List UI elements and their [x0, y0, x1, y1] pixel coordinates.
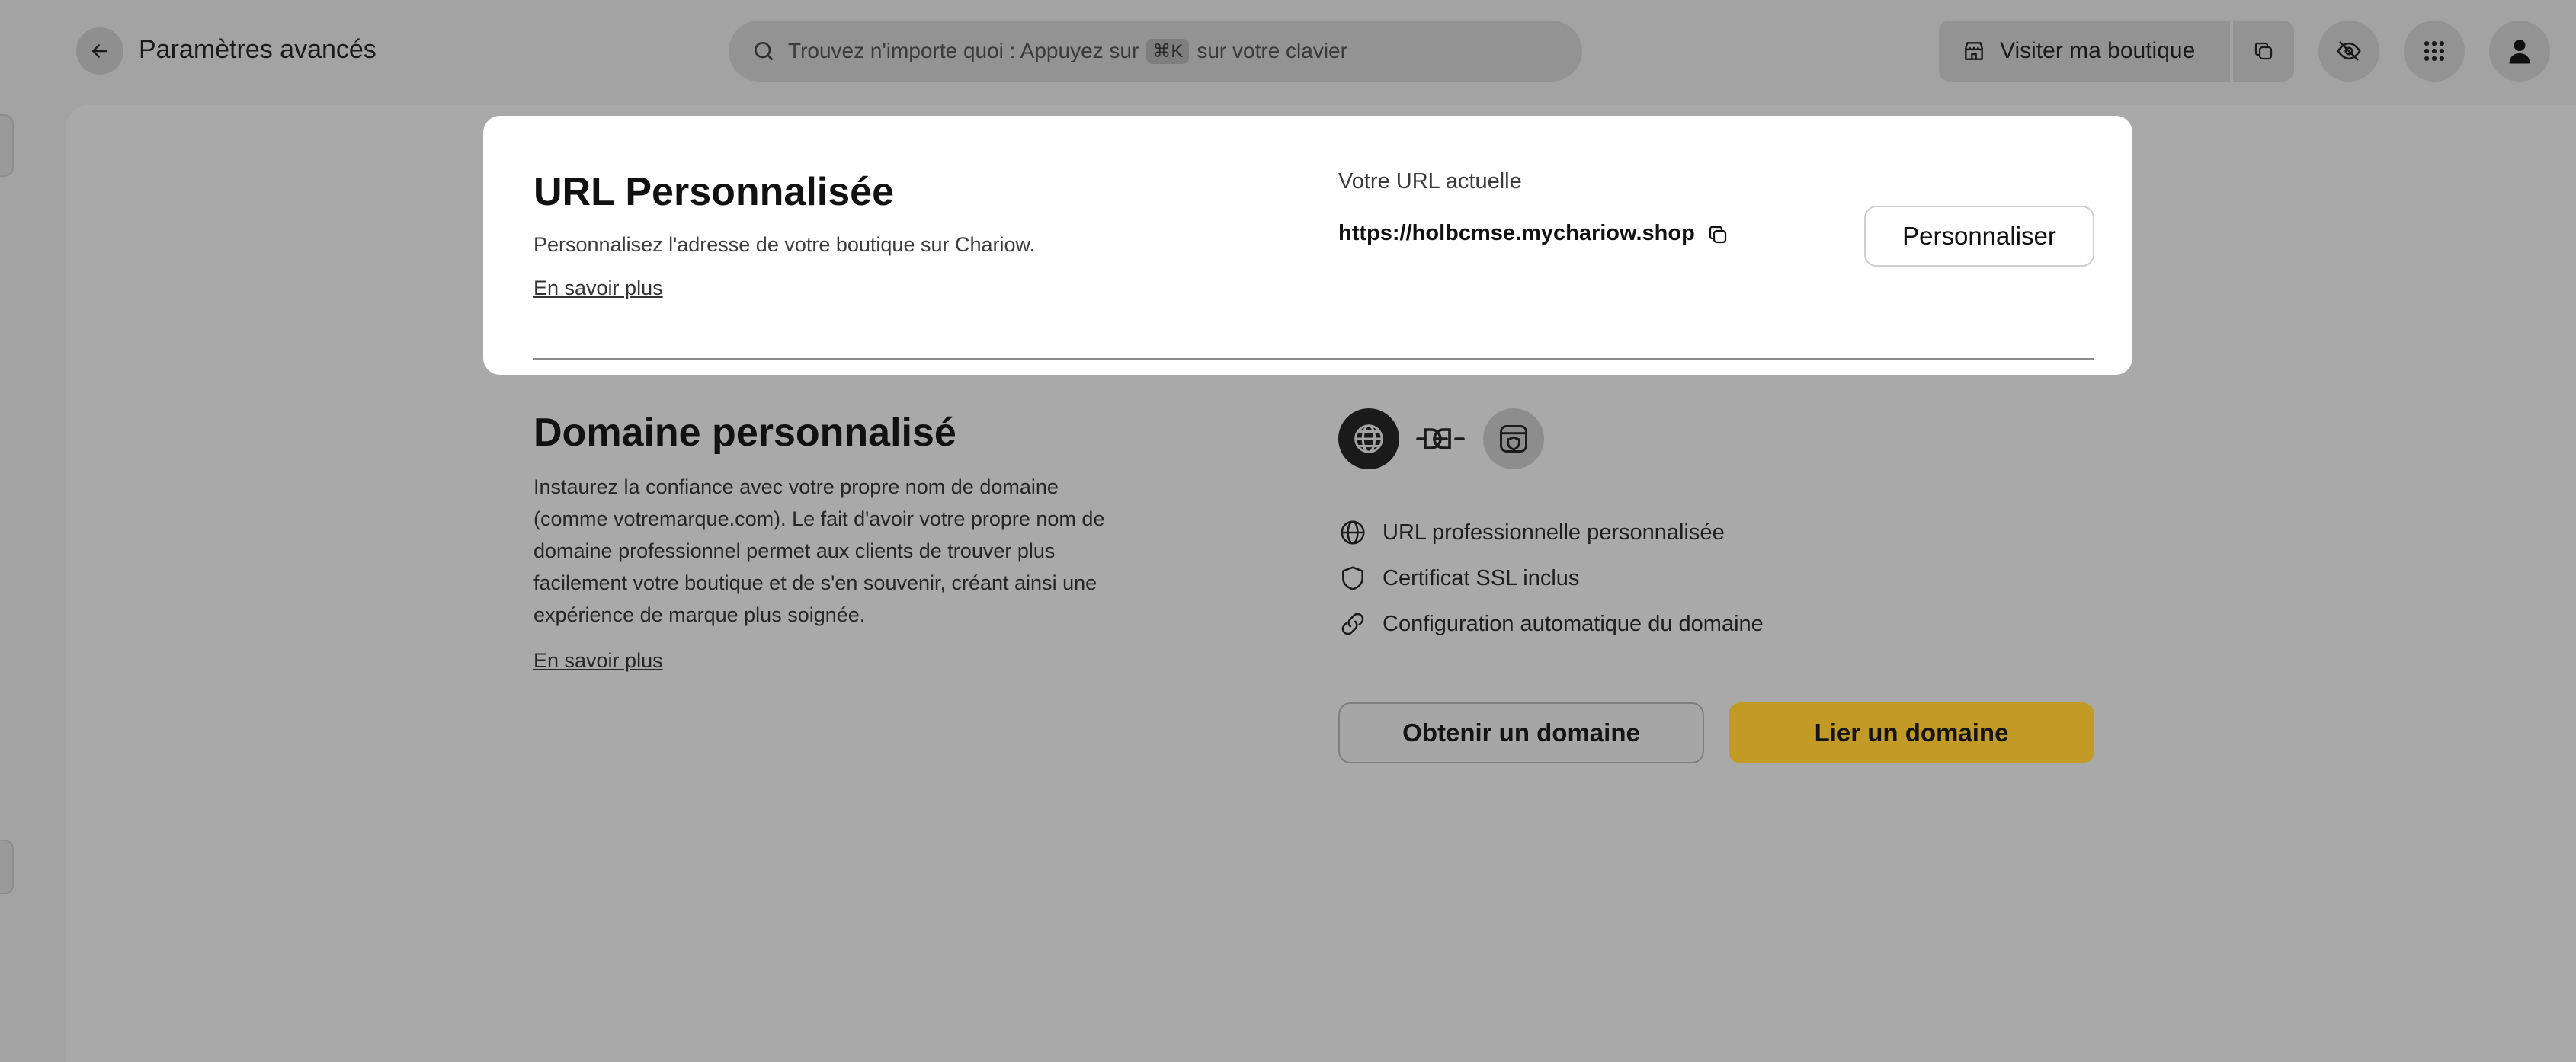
domain-description-line: domaine professionnel permet aux clients…: [533, 539, 1056, 562]
shield-icon: [1342, 566, 1363, 590]
copy-link-button[interactable]: [2233, 21, 2294, 82]
plug-connector: [1416, 424, 1465, 458]
user-menu-button[interactable]: [2489, 21, 2550, 82]
section-divider: [533, 358, 2094, 360]
link-domain-button[interactable]: Lier un domaine: [1729, 702, 2094, 763]
visit-store-button[interactable]: Visiter ma boutique: [1939, 21, 2230, 82]
feature-item: URL professionnelle personnalisée: [1338, 518, 1725, 547]
eye-off-icon: [2337, 41, 2361, 61]
domain-globe-badge: [1338, 408, 1399, 469]
search-bar[interactable]: Trouvez n'importe quoi : Appuyez sur ⌘K …: [729, 21, 1582, 82]
search-placeholder-end: sur votre clavier: [1197, 39, 1347, 62]
top-bar: Paramètres avancés Trouvez n'importe quo…: [0, 0, 2576, 104]
domain-description-line: Instaurez la confiance avec votre propre…: [533, 475, 1059, 498]
apps-grid-icon: [2424, 40, 2445, 62]
url-section-title: URL Personnalisée: [533, 170, 895, 214]
domain-description: Instaurez la confiance avec votre propre…: [533, 471, 1189, 631]
current-url-value: https://holbcmse.mychariow.shop: [1338, 221, 1695, 245]
url-learn-more-link[interactable]: En savoir plus: [533, 277, 663, 300]
back-button[interactable]: [76, 27, 123, 75]
feature-item: Configuration automatique du domaine: [1338, 609, 1764, 638]
arrow-left-icon: [92, 44, 107, 58]
globe-icon: [1354, 424, 1383, 453]
user-icon: [2509, 40, 2530, 64]
shortcut-badge: ⌘K: [1146, 38, 1190, 64]
link-icon: [1341, 613, 1364, 635]
domain-description-line: (comme votremarque.com). Le fait d'avoir…: [533, 507, 1105, 530]
get-domain-button[interactable]: Obtenir un domaine: [1338, 702, 1704, 763]
sidebar-handle-bottom[interactable]: [0, 840, 14, 894]
globe-icon: [1341, 520, 1365, 545]
search-icon: [755, 42, 773, 60]
store-icon: [1965, 42, 1983, 60]
feature-label: Configuration automatique du domaine: [1383, 611, 1764, 636]
customize-url-button[interactable]: Personnaliser: [1864, 206, 2094, 267]
domain-description-line: expérience de marque plus soignée.: [533, 603, 866, 626]
feature-label: Certificat SSL inclus: [1383, 565, 1580, 590]
domain-learn-more-link[interactable]: En savoir plus: [533, 649, 663, 673]
url-section-description: Personnalisez l'adresse de votre boutiqu…: [533, 233, 1036, 256]
copy-icon: [1709, 226, 1727, 244]
copy-url-button[interactable]: [1703, 219, 1733, 250]
current-url-label: Votre URL actuelle: [1338, 169, 1522, 194]
domain-section-title: Domaine personnalisé: [533, 411, 956, 455]
visit-store-label: Visiter ma boutique: [2000, 38, 2196, 63]
domain-description-line: facilement votre boutique et de s'en sou…: [533, 571, 1097, 594]
apps-menu-button[interactable]: [2404, 21, 2465, 82]
feature-label: URL professionnelle personnalisée: [1383, 520, 1725, 545]
domain-browser-badge: [1483, 408, 1544, 469]
sidebar-handle-top[interactable]: [0, 114, 14, 177]
browser-shield-icon: [1500, 425, 1527, 453]
copy-icon: [2254, 42, 2273, 60]
search-placeholder-start: Trouvez n'importe quoi : Appuyez sur: [788, 39, 1139, 62]
visibility-toggle-button[interactable]: [2318, 21, 2379, 82]
page-title: Paramètres avancés: [139, 35, 376, 64]
plug-icon: [1416, 428, 1465, 449]
feature-item: Certificat SSL inclus: [1338, 564, 1579, 593]
